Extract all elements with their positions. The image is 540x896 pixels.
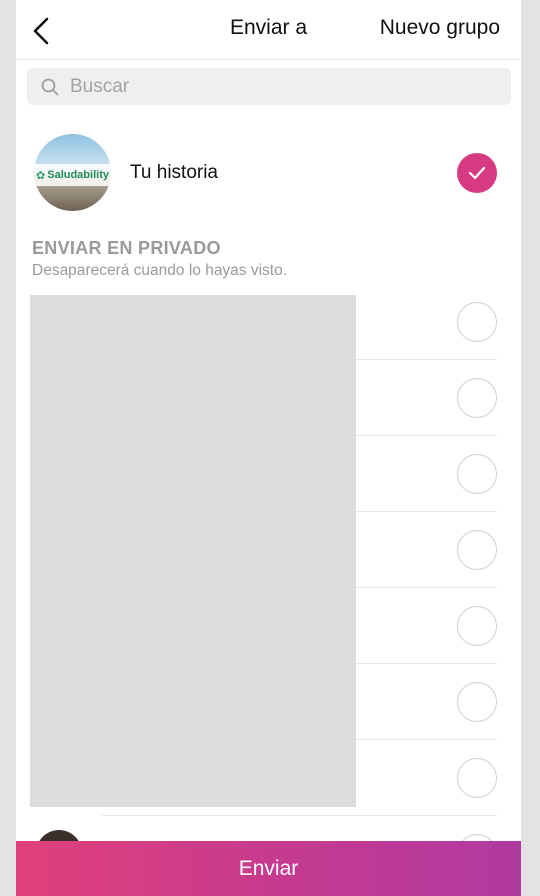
select-circle[interactable]	[457, 378, 497, 418]
select-circle[interactable]	[457, 758, 497, 798]
select-circle[interactable]	[457, 302, 497, 342]
send-button-label: Enviar	[238, 856, 299, 880]
story-row[interactable]: ✿ Saludability Tu historia	[16, 126, 521, 218]
share-sheet: Enviar a Nuevo grupo ✿Saludability Tu hi…	[16, 0, 521, 896]
search-icon	[40, 77, 60, 97]
section-title: ENVIAR EN PRIVADO	[32, 238, 221, 258]
select-circle[interactable]	[457, 606, 497, 646]
redacted-contacts-overlay	[30, 295, 356, 807]
story-avatar: ✿ Saludability	[34, 134, 111, 211]
select-circle[interactable]	[457, 530, 497, 570]
checkmark-icon	[468, 166, 486, 180]
new-group-button[interactable]: Nuevo grupo	[380, 16, 500, 40]
header: Enviar a Nuevo grupo	[16, 0, 521, 60]
back-button[interactable]	[28, 14, 54, 48]
chevron-left-icon	[33, 17, 49, 45]
send-button[interactable]: Enviar	[16, 841, 521, 896]
select-circle[interactable]	[457, 454, 497, 494]
story-label: Tu historia	[130, 162, 218, 183]
section-subtitle: Desaparecerá cuando lo hayas visto.	[32, 262, 288, 279]
search-bar[interactable]	[27, 68, 511, 105]
saludability-logo: ✿ Saludability	[34, 164, 111, 186]
search-input[interactable]	[70, 75, 470, 98]
select-circle[interactable]	[457, 682, 497, 722]
story-select-checkbox[interactable]	[457, 153, 497, 193]
